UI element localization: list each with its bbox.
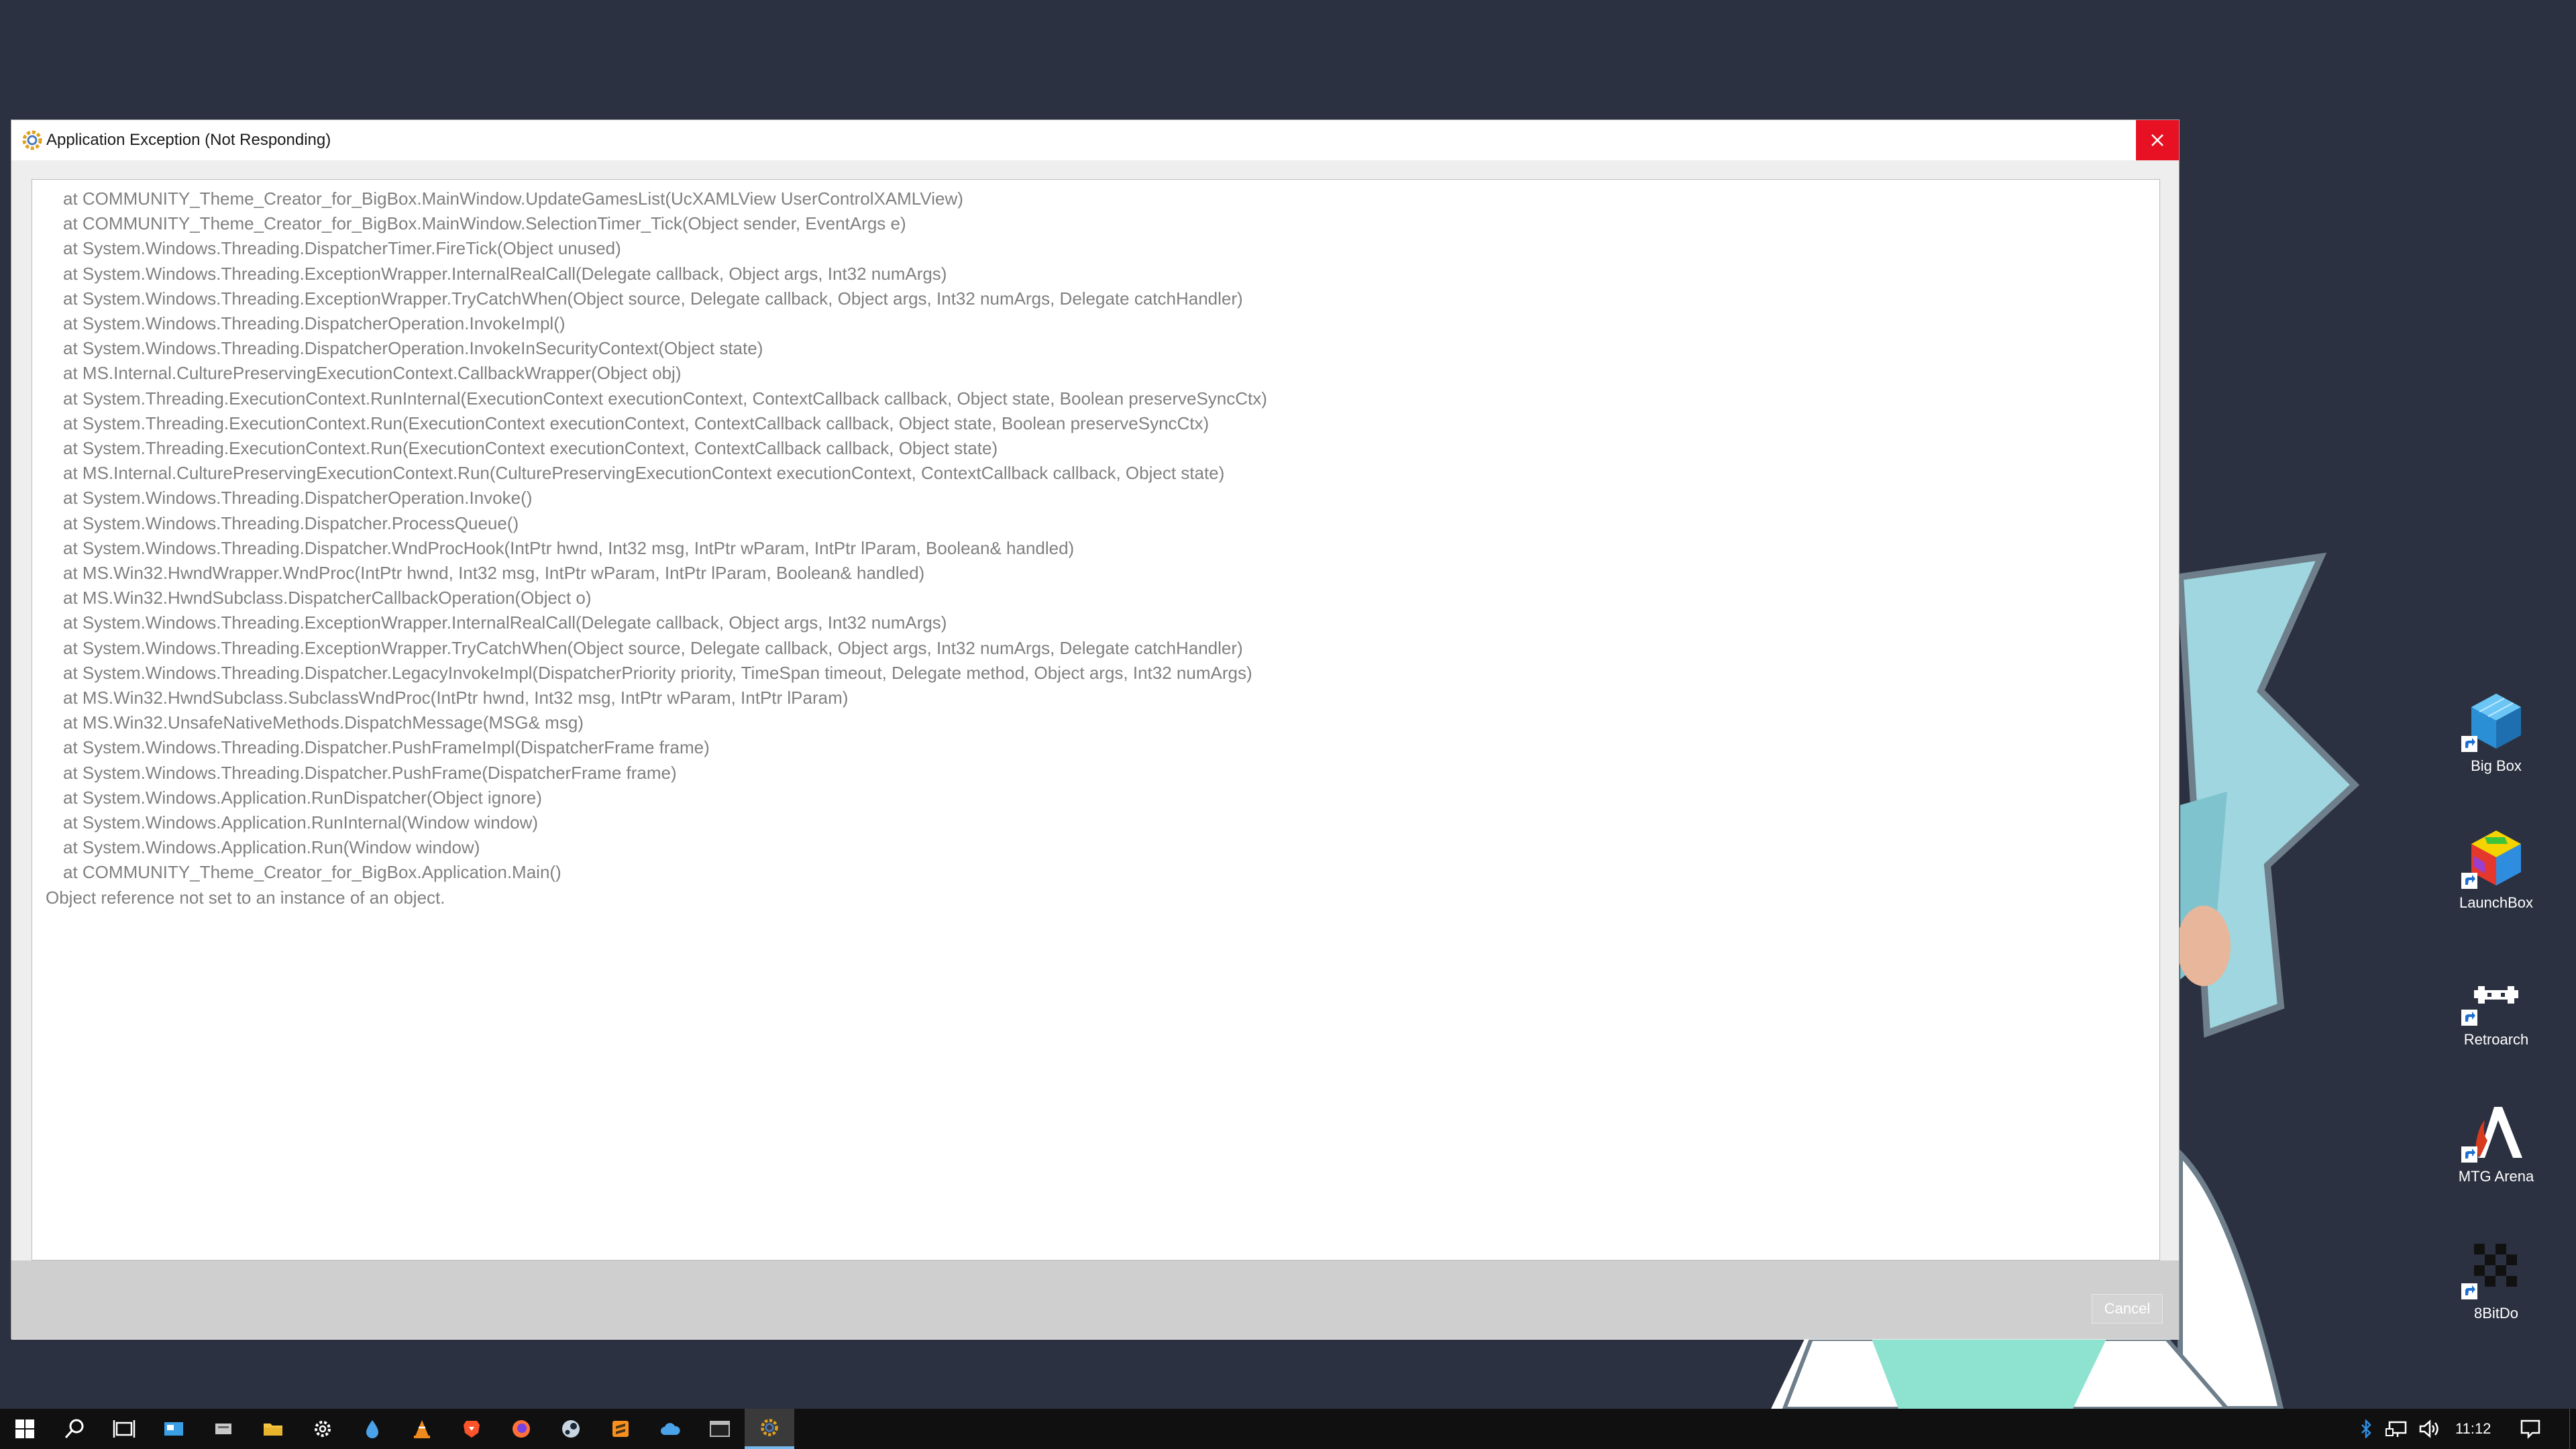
shortcut-arrow-icon bbox=[2461, 1146, 2477, 1163]
stack-trace-line: at COMMUNITY_Theme_Creator_for_BigBox.Ma… bbox=[63, 213, 906, 234]
shortcut-arrow-icon bbox=[2461, 873, 2477, 889]
notification-icon[interactable] bbox=[2520, 1418, 2541, 1440]
taskbar-terminal[interactable] bbox=[695, 1409, 745, 1449]
desktop-icon-label: LaunchBox bbox=[2459, 894, 2534, 911]
title-bar[interactable]: Application Exception (Not Responding) bbox=[11, 120, 2179, 160]
search-button[interactable] bbox=[50, 1409, 99, 1449]
task-view-button[interactable] bbox=[99, 1409, 149, 1449]
windows-logo-icon bbox=[15, 1419, 34, 1438]
brave-lion-icon bbox=[464, 1421, 480, 1438]
stack-trace-line: at MS.Win32.UnsafeNativeMethods.Dispatch… bbox=[63, 712, 584, 733]
cancel-button[interactable]: Cancel bbox=[2092, 1294, 2163, 1324]
show-desktop-button[interactable] bbox=[2569, 1409, 2576, 1449]
taskbar-theme-creator[interactable] bbox=[745, 1409, 794, 1449]
taskbar-app-2[interactable] bbox=[199, 1409, 248, 1449]
water-drop-icon bbox=[366, 1420, 378, 1438]
shortcut-arrow-icon bbox=[2461, 1010, 2477, 1026]
search-icon bbox=[64, 1419, 84, 1439]
close-icon bbox=[2151, 134, 2163, 146]
stack-trace-line: at MS.Win32.HwndSubclass.DispatcherCallb… bbox=[63, 588, 592, 608]
desktop-icon-launchbox[interactable]: LaunchBox bbox=[2446, 826, 2546, 927]
stack-trace-line: at COMMUNITY_Theme_Creator_for_BigBox.Ap… bbox=[63, 862, 561, 883]
taskbar-vlc[interactable] bbox=[397, 1409, 447, 1449]
stack-trace-line: at System.Windows.Threading.Dispatcher.W… bbox=[63, 537, 1075, 558]
stack-trace-line: at System.Windows.Threading.Dispatcher.P… bbox=[63, 762, 677, 783]
stack-trace-line: at System.Threading.ExecutionContext.Run… bbox=[63, 388, 1267, 409]
stack-trace-line: at System.Threading.ExecutionContext.Run… bbox=[63, 438, 998, 459]
steam-icon bbox=[562, 1420, 580, 1438]
exception-message: Object reference not set to an instance … bbox=[46, 887, 445, 908]
app-gear-icon bbox=[22, 130, 42, 150]
cloud-icon bbox=[661, 1423, 680, 1435]
stack-trace-line: at MS.Internal.CulturePreservingExecutio… bbox=[63, 463, 1225, 484]
stack-trace-line: at System.Windows.Threading.ExceptionWra… bbox=[63, 263, 947, 284]
desktop-icon-big-box[interactable]: Big Box bbox=[2446, 690, 2546, 790]
stack-trace-line: at System.Threading.ExecutionContext.Run… bbox=[63, 413, 1210, 433]
stack-trace-line: at System.Windows.Threading.DispatcherOp… bbox=[63, 338, 763, 359]
stack-trace-line: at System.Windows.Threading.Dispatcher.P… bbox=[63, 737, 710, 758]
vlc-cone-icon bbox=[414, 1420, 430, 1438]
terminal-icon bbox=[710, 1421, 730, 1437]
stack-trace-line: at System.Windows.Threading.DispatcherTi… bbox=[63, 238, 621, 259]
stack-trace-line: at System.Windows.Application.RunInterna… bbox=[63, 812, 539, 833]
exception-log[interactable]: at COMMUNITY_Theme_Creator_for_BigBox.Ma… bbox=[32, 179, 2160, 1260]
volume-icon[interactable] bbox=[2418, 1419, 2441, 1438]
control-panel-icon bbox=[164, 1422, 183, 1436]
stack-trace-line: at System.Windows.Threading.DispatcherOp… bbox=[63, 488, 533, 508]
start-button[interactable] bbox=[0, 1409, 50, 1449]
gear-icon bbox=[315, 1421, 331, 1437]
taskbar-app-cloud[interactable] bbox=[645, 1409, 695, 1449]
stack-trace-line: at System.Windows.Threading.Dispatcher.P… bbox=[63, 513, 519, 533]
network-icon[interactable] bbox=[2385, 1419, 2408, 1438]
exception-dialog: Application Exception (Not Responding) a… bbox=[11, 119, 2180, 1340]
stack-trace-line: at COMMUNITY_Theme_Creator_for_BigBox.Ma… bbox=[63, 189, 963, 209]
task-view-icon bbox=[113, 1420, 136, 1438]
app-gear-icon bbox=[761, 1419, 778, 1436]
close-button[interactable] bbox=[2136, 120, 2179, 160]
stack-trace: at COMMUNITY_Theme_Creator_for_BigBox.Ma… bbox=[46, 186, 2159, 910]
desktop-icon-label: Retroarch bbox=[2463, 1031, 2529, 1048]
taskbar: 11:12 bbox=[0, 1409, 2576, 1449]
desktop-icon-mtg-arena[interactable]: MTG Arena bbox=[2446, 1100, 2546, 1201]
taskbar-brave[interactable] bbox=[447, 1409, 496, 1449]
firefox-icon bbox=[513, 1420, 530, 1438]
stack-trace-line: at MS.Win32.HwndWrapper.WndProc(IntPtr h… bbox=[63, 563, 925, 584]
stack-trace-line: at MS.Internal.CulturePreservingExecutio… bbox=[63, 363, 682, 384]
dialog-footer bbox=[11, 1260, 2179, 1339]
taskbar-steam[interactable] bbox=[546, 1409, 596, 1449]
taskbar-app-drop[interactable] bbox=[347, 1409, 397, 1449]
stack-trace-line: at System.Windows.Threading.ExceptionWra… bbox=[63, 288, 1243, 309]
stack-trace-line: at System.Windows.Threading.DispatcherOp… bbox=[63, 313, 566, 334]
stack-trace-line: at System.Windows.Threading.ExceptionWra… bbox=[63, 612, 947, 633]
shortcut-arrow-icon bbox=[2461, 1283, 2477, 1299]
desktop-icon-label: MTG Arena bbox=[2458, 1168, 2534, 1185]
taskbar-settings[interactable] bbox=[298, 1409, 347, 1449]
shortcut-arrow-icon bbox=[2461, 736, 2477, 752]
stack-trace-line: at System.Windows.Threading.ExceptionWra… bbox=[63, 637, 1243, 658]
bluetooth-icon[interactable] bbox=[2359, 1419, 2373, 1438]
window-title: Application Exception (Not Responding) bbox=[46, 131, 331, 149]
desktop-icon-8bitdo[interactable]: 8BitDo bbox=[2446, 1237, 2546, 1338]
desktop-icon-retroarch[interactable]: Retroarch bbox=[2446, 963, 2546, 1064]
stack-trace-line: at System.Windows.Application.RunDispatc… bbox=[63, 787, 542, 808]
taskbar-app-box[interactable] bbox=[596, 1409, 645, 1449]
system-clock[interactable]: 11:12 bbox=[2455, 1409, 2491, 1449]
desktop-icon-label: 8BitDo bbox=[2473, 1305, 2519, 1322]
stack-trace-line: at MS.Win32.HwndSubclass.SubclassWndProc… bbox=[63, 688, 849, 708]
storage-icon bbox=[215, 1424, 231, 1434]
stack-trace-line: at System.Windows.Application.Run(Window… bbox=[63, 837, 480, 858]
taskbar-file-explorer[interactable] bbox=[248, 1409, 298, 1449]
sublime-icon bbox=[612, 1421, 629, 1437]
taskbar-app-1[interactable] bbox=[149, 1409, 199, 1449]
taskbar-firefox[interactable] bbox=[496, 1409, 546, 1449]
desktop-icon-label: Big Box bbox=[2471, 757, 2522, 774]
folder-icon bbox=[264, 1424, 282, 1436]
stack-trace-line: at System.Windows.Threading.Dispatcher.L… bbox=[63, 662, 1252, 683]
